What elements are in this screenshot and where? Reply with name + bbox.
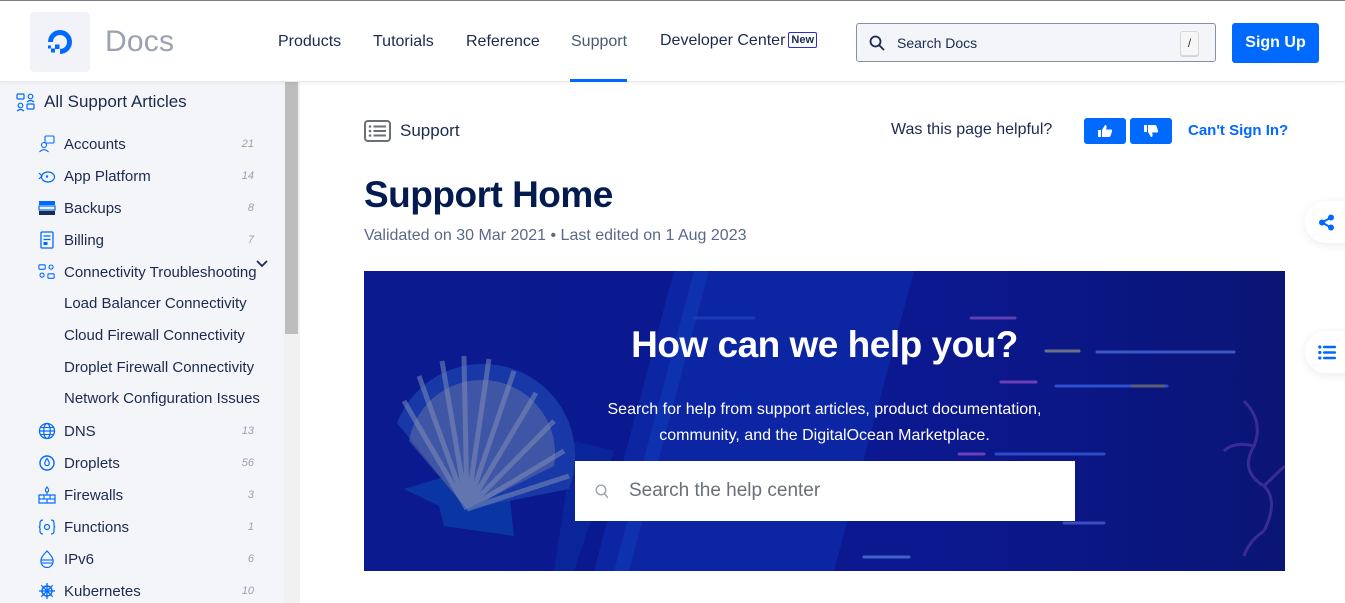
- sidebar-subitem-droplet-firewall[interactable]: Droplet Firewall Connectivity: [64, 359, 254, 376]
- sidebar-all-label: All Support Articles: [44, 92, 187, 111]
- sidebar-item-label: Droplets: [64, 454, 120, 472]
- sidebar-item-backups[interactable]: Backups 8: [38, 196, 254, 220]
- sidebar-item-count: 6: [247, 553, 254, 565]
- thumbs-up-button[interactable]: [1084, 118, 1126, 144]
- helpful-question: Was this page helpful?: [891, 121, 1053, 138]
- sidebar-item-label: DNS: [64, 422, 96, 440]
- page-meta: Validated on 30 Mar 2021 • Last edited o…: [364, 227, 747, 244]
- app-platform-icon: [38, 167, 56, 185]
- sidebar-item-accounts[interactable]: Accounts 21: [38, 132, 254, 156]
- sidebar-item-count: 3: [247, 489, 254, 501]
- sidebar-item-functions[interactable]: Functions 1: [38, 515, 254, 539]
- sidebar-item-count: 13: [241, 425, 254, 437]
- sidebar-item-label: Connectivity Troubleshooting: [64, 263, 257, 281]
- sidebar-item-label: Billing: [64, 231, 105, 249]
- hero-banner: How can we help you? Search for help fro…: [364, 271, 1285, 571]
- sidebar-item-count: 14: [241, 170, 254, 182]
- active-nav-underline: [570, 79, 627, 82]
- sidebar-item-dns[interactable]: DNS 13: [38, 419, 254, 443]
- dns-globe-icon: [38, 422, 56, 440]
- cant-sign-in-link[interactable]: Can't Sign In?: [1188, 122, 1288, 139]
- sidebar: All Support Articles Accounts 21 App Pla…: [0, 82, 300, 603]
- breadcrumb[interactable]: Support: [364, 120, 460, 142]
- ipv6-icon: [38, 550, 56, 568]
- thumbs-up-icon: [1098, 125, 1113, 137]
- top-navbar: Docs Products Tutorials Reference Suppor…: [0, 1, 1345, 82]
- list-icon: [1318, 344, 1336, 360]
- search-docs-placeholder: Search Docs: [897, 35, 978, 51]
- billing-icon: [38, 231, 56, 249]
- search-icon: [869, 35, 885, 51]
- share-icon: [1319, 214, 1334, 230]
- sidebar-item-count: 56: [241, 457, 254, 469]
- sign-up-button[interactable]: Sign Up: [1232, 23, 1319, 63]
- sidebar-item-ipv6[interactable]: IPv6 6: [38, 547, 254, 571]
- help-center-search-input[interactable]: Search the help center: [575, 461, 1075, 521]
- new-badge: New: [788, 32, 818, 48]
- sidebar-item-connectivity-troubleshooting[interactable]: Connectivity Troubleshooting: [38, 260, 258, 284]
- sidebar-item-label: Backups: [64, 199, 122, 217]
- sidebar-item-droplets[interactable]: Droplets 56: [38, 451, 254, 475]
- sidebar-item-label: App Platform: [64, 167, 151, 185]
- nav-products[interactable]: Products: [278, 33, 341, 51]
- sidebar-item-count: 1: [247, 521, 254, 533]
- page-title: Support Home: [364, 174, 613, 215]
- nav-developer-center[interactable]: Developer Center New: [660, 32, 818, 50]
- sidebar-item-kubernetes[interactable]: Kubernetes 10: [38, 579, 254, 603]
- nav-support[interactable]: Support: [571, 33, 627, 51]
- sidebar-subitem-load-balancer[interactable]: Load Balancer Connectivity: [64, 295, 247, 312]
- sidebar-scrollbar-thumb[interactable]: [285, 82, 298, 334]
- sidebar-subitem-cloud-firewall[interactable]: Cloud Firewall Connectivity: [64, 327, 245, 344]
- sidebar-item-label: Accounts: [64, 135, 126, 153]
- sidebar-item-count: 8: [247, 202, 254, 214]
- main-content: Support Was this page helpful? Can't Sig…: [300, 82, 1345, 603]
- droplet-icon: [38, 454, 56, 472]
- nav-tutorials[interactable]: Tutorials: [373, 33, 434, 51]
- sidebar-item-app-platform[interactable]: App Platform 14: [38, 164, 254, 188]
- search-shortcut-key: /: [1180, 31, 1199, 56]
- docs-logo-text[interactable]: Docs: [105, 25, 174, 59]
- accounts-icon: [38, 135, 56, 153]
- hero-description-line-1: Search for help from support articles, p…: [607, 401, 1042, 418]
- sidebar-item-label: Functions: [64, 518, 130, 536]
- sidebar-all-support-articles[interactable]: All Support Articles: [16, 92, 187, 112]
- sidebar-item-label: Firewalls: [64, 486, 124, 504]
- backups-icon: [38, 199, 56, 217]
- search-docs-input[interactable]: Search Docs /: [856, 23, 1216, 62]
- kubernetes-icon: [38, 582, 56, 600]
- share-button[interactable]: [1305, 201, 1345, 243]
- table-of-contents-button[interactable]: [1305, 331, 1345, 373]
- sidebar-item-count: 10: [241, 585, 254, 597]
- connectivity-icon: [38, 263, 56, 281]
- digitalocean-logo[interactable]: [30, 12, 90, 72]
- firewall-icon: [38, 486, 56, 504]
- digitalocean-logo-icon: [48, 30, 72, 54]
- sidebar-subitem-network-configuration[interactable]: Network Configuration Issues: [64, 390, 260, 407]
- sidebar-item-label: IPv6: [64, 550, 95, 568]
- nav-developer-center-label: Developer Center: [660, 32, 786, 49]
- hero-description: Search for help from support articles, p…: [364, 397, 1285, 449]
- sidebar-item-count: 21: [241, 138, 254, 150]
- thumbs-down-icon: [1144, 125, 1159, 137]
- hero-description-line-2: community, and the DigitalOcean Marketpl…: [659, 427, 990, 444]
- sidebar-item-label: Kubernetes: [64, 582, 141, 600]
- thumbs-down-button[interactable]: [1130, 118, 1172, 144]
- sidebar-item-count: 7: [247, 234, 254, 246]
- sidebar-item-firewalls[interactable]: Firewalls 3: [38, 483, 254, 507]
- hero-heading: How can we help you?: [631, 324, 1018, 365]
- search-icon: [595, 484, 609, 499]
- chevron-down-icon[interactable]: [256, 260, 268, 268]
- breadcrumb-label: Support: [400, 121, 460, 140]
- list-document-icon: [364, 120, 391, 142]
- all-articles-icon: [16, 93, 35, 112]
- nav-reference[interactable]: Reference: [466, 33, 540, 51]
- functions-icon: [38, 518, 56, 536]
- sidebar-item-billing[interactable]: Billing 7: [38, 228, 254, 252]
- help-center-search-placeholder: Search the help center: [629, 480, 821, 501]
